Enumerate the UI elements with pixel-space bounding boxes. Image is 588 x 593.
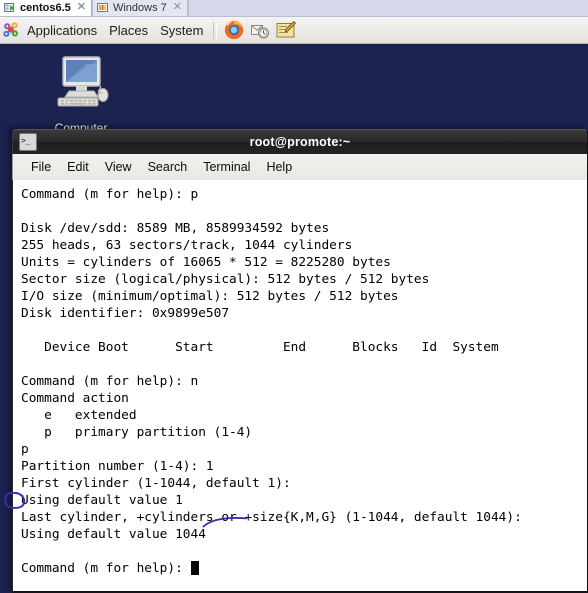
vm-linux-icon xyxy=(4,2,16,14)
terminal-window: root@promote:~ File Edit View Search Ter… xyxy=(12,129,588,593)
terminal-menu-view[interactable]: View xyxy=(97,159,140,176)
terminal-line: Using default value 1044 xyxy=(21,527,206,542)
terminal-line: e extended xyxy=(21,408,137,423)
terminal-output-area[interactable]: Command (m for help): p Disk /dev/sdd: 8… xyxy=(12,180,588,591)
vm-tab-bar: centos6.5 ✕ Windows 7 ✕ xyxy=(0,0,588,17)
terminal-line: Device Boot Start End Blocks Id System xyxy=(21,340,499,355)
terminal-menu-search[interactable]: Search xyxy=(140,159,196,176)
menu-applications[interactable]: Applications xyxy=(21,22,103,39)
vm-windows-icon xyxy=(96,2,109,14)
evolution-mail-icon[interactable] xyxy=(249,19,271,41)
terminal-cursor xyxy=(190,561,199,575)
terminal-line: p primary partition (1-4) xyxy=(21,425,253,440)
desktop: Computer root@promote:~ File Edit View S… xyxy=(0,44,588,593)
menu-places[interactable]: Places xyxy=(103,22,154,39)
terminal-line: 255 heads, 63 sectors/track, 1044 cylind… xyxy=(21,238,353,253)
vm-tab-label: Windows 7 xyxy=(112,1,167,14)
gnome-top-panel: Applications Places System xyxy=(0,17,588,44)
terminal-line: Command action xyxy=(21,391,129,406)
terminal-line: Partition number (1-4): 1 xyxy=(21,459,214,474)
terminal-line: Disk identifier: 0x9899e507 xyxy=(21,306,230,321)
terminal-menu-edit[interactable]: Edit xyxy=(59,159,97,176)
panel-separator xyxy=(213,21,218,39)
terminal-line: Last cylinder, +cylinders or +size{K,M,G… xyxy=(21,510,522,525)
terminal-titlebar[interactable]: root@promote:~ xyxy=(12,129,588,154)
computer-icon xyxy=(42,56,120,119)
terminal-line: Sector size (logical/physical): 512 byte… xyxy=(21,272,430,287)
terminal-line: First cylinder (1-1044, default 1): xyxy=(21,476,291,491)
terminal-line: I/O size (minimum/optimal): 512 bytes / … xyxy=(21,289,399,304)
vm-tab-close-icon[interactable]: ✕ xyxy=(171,2,182,13)
terminal-menu-help[interactable]: Help xyxy=(258,159,300,176)
vm-tab-centos[interactable]: centos6.5 ✕ xyxy=(0,0,92,16)
menu-system[interactable]: System xyxy=(154,22,209,39)
text-editor-icon[interactable] xyxy=(275,19,297,41)
centos-logo-icon[interactable] xyxy=(2,21,21,40)
vm-tab-close-icon[interactable]: ✕ xyxy=(75,2,86,13)
terminal-menubar: File Edit View Search Terminal Help xyxy=(12,154,588,180)
terminal-line: Disk /dev/sdd: 8589 MB, 8589934592 bytes xyxy=(21,221,330,236)
desktop-icon-computer[interactable]: Computer xyxy=(42,53,120,135)
terminal-line: Using default value 1 xyxy=(21,493,183,508)
firefox-icon[interactable] xyxy=(223,19,245,41)
terminal-menu-file[interactable]: File xyxy=(23,159,59,176)
terminal-prompt-line: Command (m for help): xyxy=(21,560,587,577)
vm-tab-label: centos6.5 xyxy=(20,1,71,14)
vm-tab-windows[interactable]: Windows 7 ✕ xyxy=(91,0,188,16)
terminal-line: Command (m for help): p xyxy=(21,187,199,202)
terminal-prompt-text: Command (m for help): xyxy=(21,561,191,576)
terminal-line: p xyxy=(21,442,29,457)
terminal-menu-terminal[interactable]: Terminal xyxy=(195,159,258,176)
vm-tab-strip-filler xyxy=(187,0,588,16)
terminal-line: Units = cylinders of 16065 * 512 = 82252… xyxy=(21,255,391,270)
terminal-line: Command (m for help): n xyxy=(21,374,199,389)
terminal-title: root@promote:~ xyxy=(249,135,351,149)
